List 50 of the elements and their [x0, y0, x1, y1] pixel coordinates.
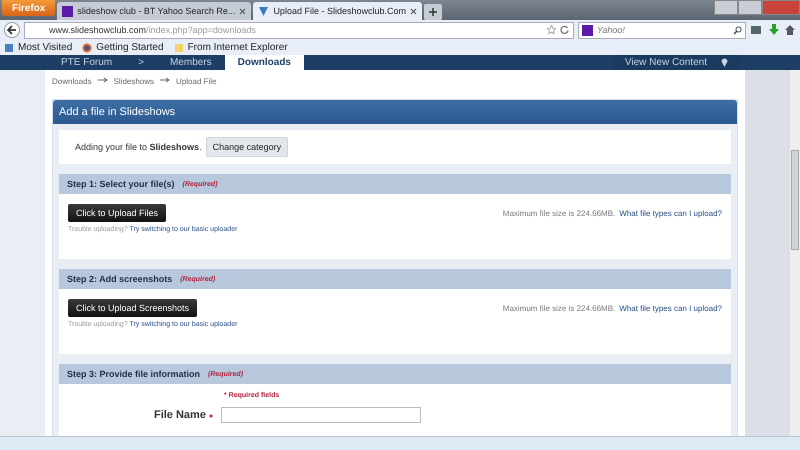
breadcrumb-link[interactable]: Slideshows — [114, 77, 154, 86]
pin-icon[interactable] — [721, 58, 728, 67]
site-nav-tab[interactable]: > — [125, 55, 157, 70]
plus-icon — [429, 8, 437, 16]
bookmark-item[interactable]: Most Visited — [18, 42, 72, 53]
max-size-text: Maximum file size is 224.66MB. — [502, 208, 616, 218]
site-nav-tab[interactable]: Members — [156, 55, 225, 70]
change-category-button[interactable]: Change category — [206, 137, 288, 157]
browser-tab[interactable]: slideshow club - BT Yahoo Search Re... — [57, 2, 252, 20]
site-icon — [258, 6, 270, 16]
site-nav-tab[interactable]: Downloads — [224, 55, 304, 70]
arrow-icon — [160, 77, 170, 83]
home-icon[interactable] — [784, 24, 796, 36]
bookmark-item[interactable]: Getting Started — [96, 42, 164, 53]
site-nav-tab[interactable]: PTE Forum — [48, 55, 126, 70]
download-icon[interactable] — [768, 24, 780, 36]
field-label: File Name — [154, 409, 206, 421]
breadcrumb-link[interactable]: Downloads — [52, 77, 92, 86]
new-tab-button[interactable] — [424, 4, 442, 20]
search-icon[interactable] — [733, 26, 742, 34]
star-icon[interactable] — [547, 24, 556, 34]
close-icon[interactable] — [239, 8, 246, 14]
page-icon — [4, 42, 14, 52]
bookmarks-icon[interactable] — [750, 24, 764, 36]
arrow-icon — [98, 77, 108, 83]
category-text: Adding your file to Slideshows. — [75, 142, 202, 152]
scrollbar[interactable] — [790, 70, 800, 439]
bookmark-item[interactable]: From Internet Explorer — [188, 42, 288, 53]
step-title: Step 2: Add screenshots — [67, 274, 172, 284]
max-size-text: Maximum file size is 224.66MB. — [502, 304, 616, 312]
step-title: Step 3: Provide file information — [67, 369, 200, 379]
upload-button[interactable]: Click to Upload Files — [68, 204, 166, 222]
breadcrumb-link[interactable]: Upload File — [176, 77, 217, 86]
address-field[interactable]: www.slideshowclub.com/index.php?app=downloads — [24, 22, 574, 38]
close-icon[interactable] — [410, 8, 417, 14]
globe-icon — [82, 42, 92, 52]
yahoo-icon — [62, 6, 74, 16]
reload-icon[interactable] — [560, 24, 569, 34]
search-field[interactable]: Yahoo! — [578, 22, 746, 38]
browser-tab[interactable]: Upload File - Slideshowclub.Com — [253, 2, 422, 20]
upload-button[interactable]: Click to Upload Screenshots — [68, 299, 198, 317]
step-title: Step 1: Select your file(s) — [67, 179, 175, 189]
back-arrow-icon — [7, 25, 17, 35]
yahoo-icon — [582, 24, 593, 36]
card-title: Add a file in Slideshows — [53, 100, 737, 124]
file-types-link[interactable]: What file types can I upload? — [619, 208, 722, 218]
folder-icon — [174, 42, 184, 52]
back-button[interactable] — [4, 22, 20, 38]
file-types-link[interactable]: What file types can I upload? — [619, 304, 722, 312]
file-name-field[interactable] — [221, 407, 421, 423]
